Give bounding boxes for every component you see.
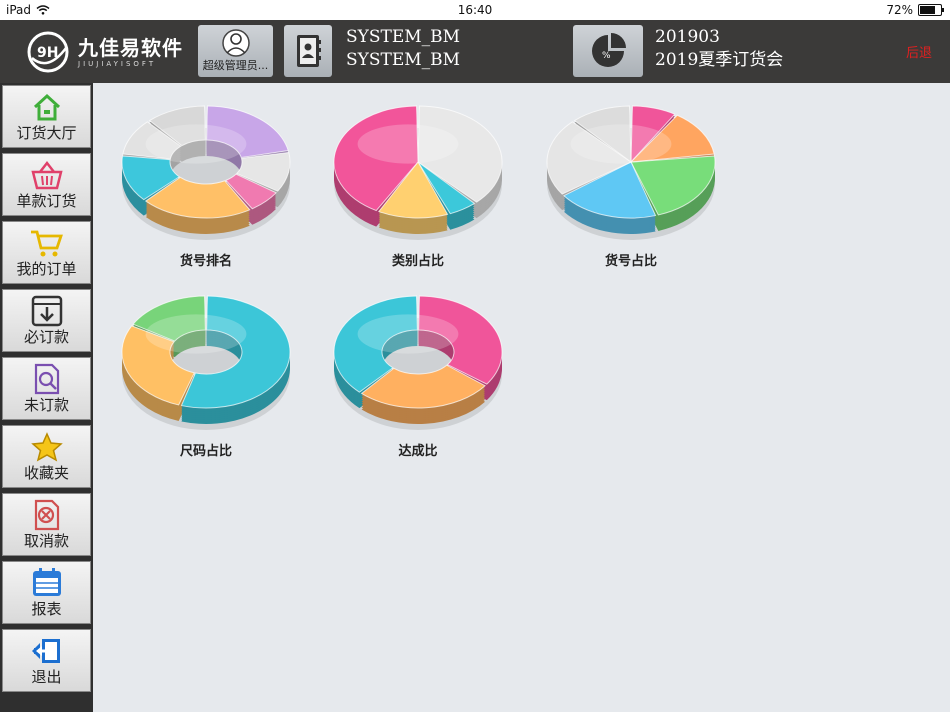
back-link[interactable]: 后退 (906, 42, 932, 61)
sidebar-item-my-orders[interactable]: 我的订单 (2, 221, 91, 284)
sidebar-item-label: 订货大厅 (16, 124, 77, 142)
user-account-info: SYSTEM_BM SYSTEM_BM (346, 26, 460, 72)
sidebar-item-order-hall[interactable]: 订货大厅 (2, 85, 91, 148)
brand-logo: 9H 九佳易软件 JIUJIAYISOFT (24, 28, 189, 76)
report-label: 尺码占比 (179, 444, 232, 459)
sidebar-item-label: 我的订单 (16, 260, 77, 278)
sidebar-item-required-styles[interactable]: 必订款 (2, 289, 91, 352)
brand-tagline: JIUJIAYISOFT (78, 60, 157, 68)
report-tile-size-share[interactable]: 尺码占比 (116, 290, 296, 459)
statistics-button[interactable]: % (573, 25, 643, 77)
brand-name: 九佳易软件 (78, 36, 183, 60)
order-meeting-info: 201903 2019夏季订货会 (655, 26, 783, 72)
sidebar-item-label: 报表 (31, 600, 62, 618)
basket-icon (30, 160, 63, 190)
report-label: 类别占比 (391, 254, 444, 269)
sidebar-item-label: 退出 (31, 668, 62, 686)
home-icon (33, 93, 60, 121)
report-tile-sku-share[interactable]: 货号占比 (541, 100, 721, 269)
pie-chart-icon (333, 105, 503, 240)
sidebar-item-favorites[interactable]: 收藏夹 (2, 425, 91, 488)
status-bar: iPad 16:40 72% (0, 0, 950, 20)
report-tile-achievement-rate[interactable]: 达成比 (328, 290, 508, 459)
cancel-document-icon (34, 499, 59, 531)
logo-icon: 9H (27, 31, 69, 73)
sidebar-item-label: 未订款 (23, 396, 69, 414)
pie-chart-icon (546, 105, 716, 240)
donut-chart-icon (121, 295, 291, 430)
battery-icon (918, 4, 944, 16)
report-tile-category-share[interactable]: 类别占比 (328, 100, 508, 269)
report-label: 货号排名 (179, 254, 232, 269)
user-id-line-1: SYSTEM_BM (346, 27, 461, 47)
donut-chart-icon (333, 295, 503, 430)
star-icon (30, 432, 63, 462)
sidebar-item-label: 单款订货 (16, 192, 77, 210)
sidebar-item-unordered-styles[interactable]: 未订款 (2, 357, 91, 420)
period-code: 201903 (655, 27, 720, 47)
svg-text:%: % (602, 51, 611, 61)
sidebar-item-single-order[interactable]: 单款订货 (2, 153, 91, 216)
battery-percent: 72% (886, 3, 913, 17)
clock: 16:40 (457, 3, 493, 17)
search-document-icon (34, 363, 59, 395)
sidebar-item-cancelled-styles[interactable]: 取消款 (2, 493, 91, 556)
sidebar-item-label: 必订款 (23, 328, 69, 346)
report-label: 达成比 (398, 444, 438, 459)
user-role-label: 超级管理员... (202, 59, 269, 72)
cart-icon (30, 230, 63, 257)
sidebar: 订货大厅 单款订货 我的订单 必订款 未订款 收藏夹 取消款 报表 退出 (0, 83, 93, 712)
svg-text:9H: 9H (37, 45, 58, 61)
report-tile-sku-ranking[interactable]: 货号排名 (116, 100, 296, 269)
event-name: 2019夏季订货会 (655, 50, 784, 70)
address-book-icon (297, 35, 321, 67)
sidebar-item-label: 取消款 (23, 532, 69, 550)
user-avatar-icon (221, 29, 250, 57)
report-label: 货号占比 (604, 254, 657, 269)
calendar-icon (32, 568, 61, 596)
user-profile-button[interactable]: 超级管理员... (198, 25, 273, 77)
app-header: 9H 九佳易软件 JIUJIAYISOFT 超级管理员... SYSTEM_BM… (0, 20, 950, 83)
exit-icon (31, 639, 60, 663)
donut-chart-icon (121, 105, 291, 240)
user-id-line-2: SYSTEM_BM (346, 50, 461, 70)
address-book-button[interactable] (284, 25, 332, 77)
sidebar-item-exit[interactable]: 退出 (2, 629, 91, 692)
sidebar-item-label: 收藏夹 (23, 464, 69, 482)
pie-chart-icon: % (592, 33, 626, 67)
download-box-icon (31, 295, 62, 327)
sidebar-item-reports[interactable]: 报表 (2, 561, 91, 624)
